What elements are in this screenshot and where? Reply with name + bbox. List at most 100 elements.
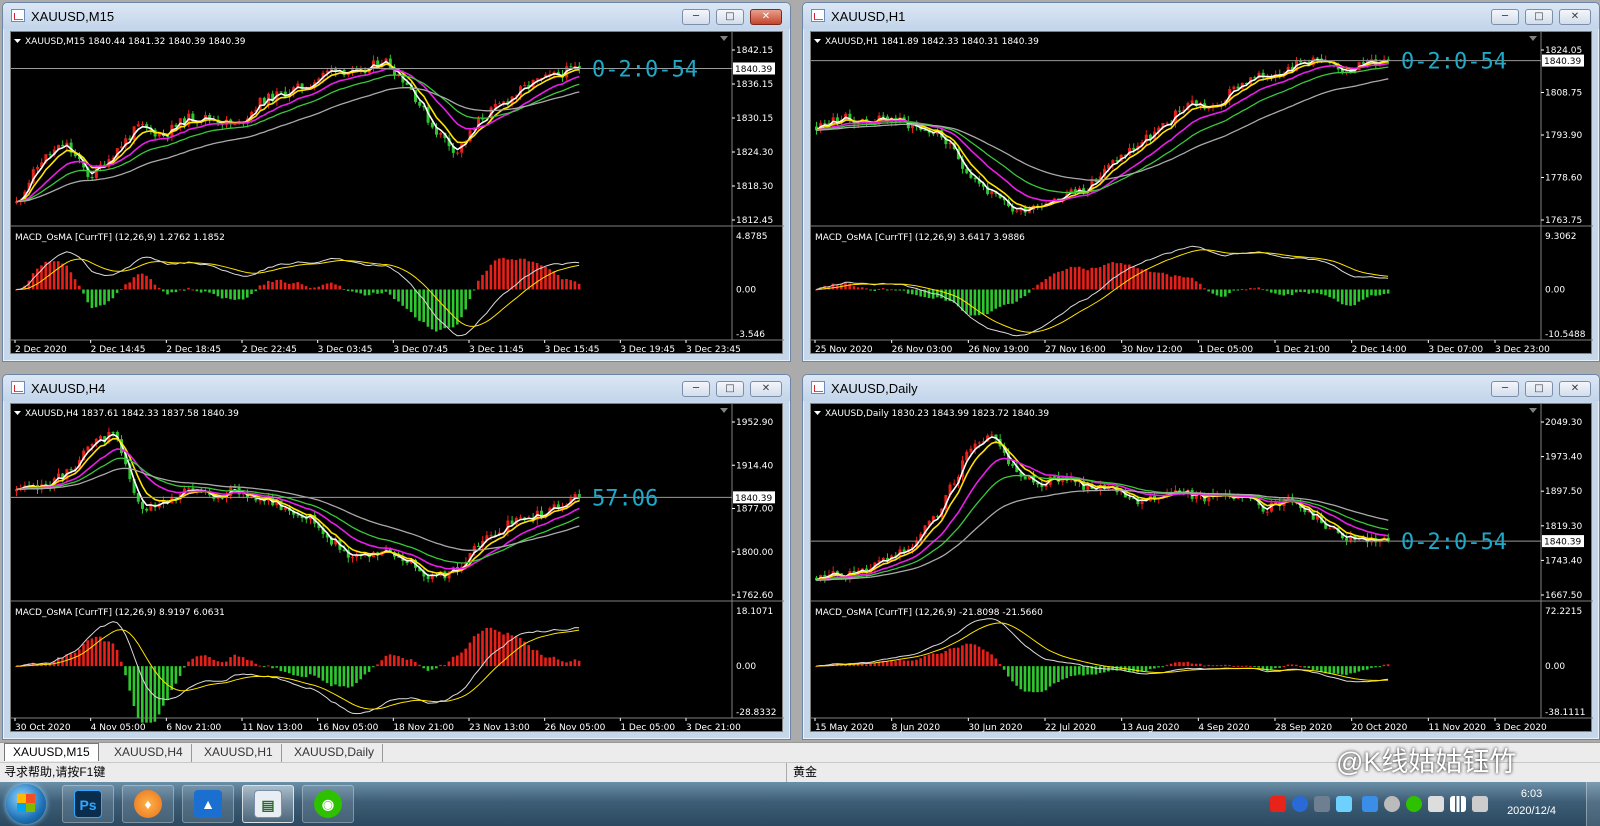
dropdown-arrow-icon[interactable] [14,39,21,43]
wechat-tray-icon[interactable] [1406,796,1422,812]
sogou-ime-icon[interactable] [1270,796,1286,812]
macd-bar [1011,289,1014,304]
security-icon[interactable] [1314,796,1330,812]
chart-window-h4[interactable]: XAUUSD,H4 ─ □ ✕ 1840.39 1952.90 1914.40 187… [2,374,791,740]
chart-window-m15[interactable]: XAUUSD,M15 ─ □ ✕ 1840.39 1842.15 1836.15 18… [2,2,791,362]
macd-bar [1207,664,1210,667]
tab-xauusd-h4[interactable]: XAUUSD,H4 [106,744,192,762]
macd-bar [1353,666,1357,673]
time-axis-label: 18 Nov 21:00 [393,723,454,733]
dropdown-arrow-icon[interactable] [814,411,821,415]
shift-marker-icon[interactable] [1529,408,1537,413]
close-button[interactable]: ✕ [750,9,782,25]
tab-xauusd-daily[interactable]: XAUUSD,Daily [286,744,384,762]
window-titlebar[interactable]: XAUUSD,H1 ─ □ ✕ [803,3,1599,29]
macd-bar [1378,666,1382,668]
macd-bar [405,659,409,667]
tab-xauusd-m15[interactable]: XAUUSD,M15 [4,743,99,761]
macd-bar [82,289,85,294]
taskbar-metatrader[interactable]: ▤ [242,785,294,823]
start-button[interactable] [6,784,46,824]
macd-bar [1340,666,1344,675]
macd-bar [1332,289,1336,299]
dropdown-arrow-icon[interactable] [14,411,21,415]
macd-bar [1328,666,1331,674]
close-button[interactable]: ✕ [750,381,782,397]
candle-body [823,123,827,125]
volume-icon[interactable] [1472,796,1488,812]
bid-price-label: 1840.39 [735,65,772,75]
chart-header-ohlc: XAUUSD,H4 1837.61 1842.33 1837.58 1840.3… [25,409,239,419]
chart-window-h1[interactable]: XAUUSD,H1 ─ □ ✕ 1840.39 1824.05 1808.75 179… [802,2,1600,362]
chart-area[interactable]: 1840.39 1952.90 1914.40 1877.00 1800.00 1762.… [10,403,784,733]
candle-body [1265,511,1269,513]
candle-countdown-timer: 57:06 [592,486,658,511]
macd-bar [367,666,371,672]
price-axis-label: 1819.30 [1545,522,1582,532]
shift-marker-icon[interactable] [720,36,728,41]
macd-bar [157,666,161,715]
window-titlebar[interactable]: XAUUSD,H4 ─ □ ✕ [3,375,790,401]
macd-bar [275,280,278,290]
window-titlebar[interactable]: XAUUSD,M15 ─ □ ✕ [3,3,790,29]
shift-marker-icon[interactable] [720,408,728,413]
clock[interactable]: 6:03 2020/12/4 [1507,786,1556,820]
macd-bar [355,666,358,684]
flag-icon[interactable] [1362,796,1378,812]
shield-icon[interactable] [1384,796,1400,812]
macd-bar [111,643,115,667]
maximize-button[interactable]: □ [1525,381,1553,397]
tab-xauusd-h1[interactable]: XAUUSD,H1 [196,744,282,762]
maximize-button[interactable]: □ [716,9,744,25]
show-desktop-button[interactable] [1586,782,1600,826]
macd-scale-label: 18.1071 [736,607,773,617]
minimize-button[interactable]: ─ [682,9,710,25]
chart-window-icon [11,381,25,394]
time-axis-label: 1 Dec 21:00 [1275,345,1330,355]
signal-icon[interactable] [1450,796,1466,812]
minimize-button[interactable]: ─ [1491,9,1519,25]
help-icon[interactable] [1292,796,1308,812]
macd-bar [493,260,497,290]
macd-bar [556,659,560,667]
minimize-button[interactable]: ─ [1491,381,1519,397]
maximize-button[interactable]: □ [716,381,744,397]
taskbar-foxmail[interactable]: ♦ [122,785,174,823]
shift-marker-icon[interactable] [1529,36,1537,41]
chart-area[interactable]: 1840.39 1824.05 1808.75 1793.90 1778.60 1763.… [810,31,1593,355]
close-button[interactable]: ✕ [1559,381,1591,397]
taskbar-photoshop[interactable]: Ps [62,785,114,823]
macd-bar [1153,666,1156,669]
macd-bar [258,285,262,290]
macd-bar [351,289,354,292]
time-axis-label: 2 Dec 22:45 [242,345,297,355]
macd-bar [481,630,484,667]
candle-body [990,191,994,195]
macd-bar [544,266,547,290]
usb-icon[interactable] [1428,796,1444,812]
macd-bar [384,289,388,292]
close-button[interactable]: ✕ [1559,9,1591,25]
dropdown-arrow-icon[interactable] [814,39,821,43]
minimize-button[interactable]: ─ [682,381,710,397]
macd-bar [1157,272,1160,290]
macd-bar [292,283,295,290]
chart-area[interactable]: 1840.39 2049.30 1973.40 1897.50 1819.30 1743.… [810,403,1593,733]
taskbar-cloud-app[interactable]: ▲ [182,785,234,823]
chart-area[interactable]: 1840.39 1842.15 1836.15 1830.15 1824.30 1818.… [10,31,784,355]
chart-window-d1[interactable]: XAUUSD,Daily ─ □ ✕ 1840.39 2049.30 1973.40… [802,374,1600,740]
macd-bar [869,664,872,667]
macd-bar [376,664,379,667]
macd-bar [132,277,136,290]
window-titlebar[interactable]: XAUUSD,Daily ─ □ ✕ [803,375,1599,401]
macd-bar [506,259,509,290]
maximize-button[interactable]: □ [1525,9,1553,25]
macd-bar [136,666,140,719]
macd-bar [1357,289,1361,302]
candle-body [952,483,956,485]
macd-bar [1007,289,1010,304]
network-icon[interactable] [1336,796,1352,812]
taskbar-wechat[interactable]: ◉ [302,785,354,823]
macd-bar [313,666,316,676]
macd-bar [460,652,463,667]
